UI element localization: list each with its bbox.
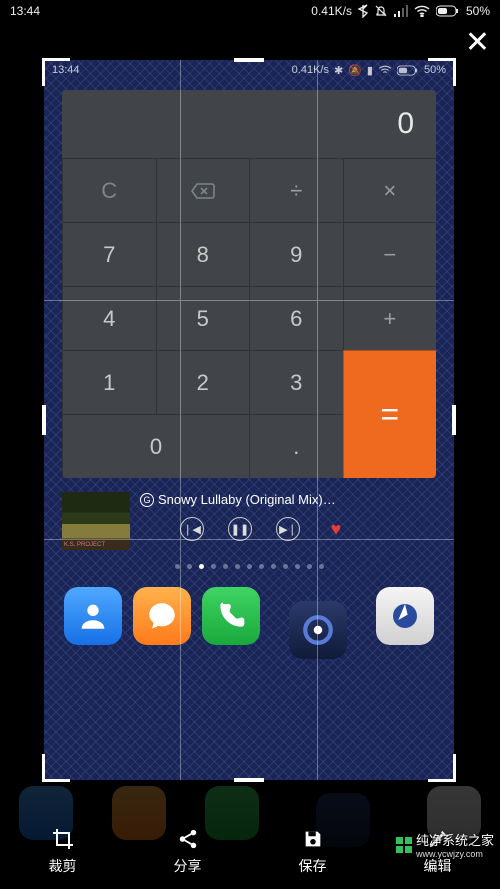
save-icon xyxy=(300,826,326,852)
calc-key-3[interactable]: 3 xyxy=(249,350,343,414)
playlist-icon[interactable] xyxy=(140,521,156,537)
watermark: 纯净系统之家 www.ycwjzy.com xyxy=(396,830,494,859)
page-indicator xyxy=(44,564,454,569)
crop-handle-bl[interactable] xyxy=(42,754,70,782)
dock-app-messages[interactable] xyxy=(133,587,191,645)
page-dot[interactable] xyxy=(307,564,312,569)
dock-app-phone[interactable] xyxy=(202,587,260,645)
inner-netspeed: 0.41K/s xyxy=(292,64,329,76)
calc-key-backspace[interactable] xyxy=(156,158,250,222)
dnd-icon: 🔕 xyxy=(348,64,362,77)
watermark-line2: www.ycwjzy.com xyxy=(416,849,494,859)
page-dot[interactable] xyxy=(283,564,288,569)
calc-key-9[interactable]: 9 xyxy=(249,222,343,286)
wifi-icon xyxy=(378,65,392,75)
page-dot[interactable] xyxy=(199,564,204,569)
page-dot[interactable] xyxy=(211,564,216,569)
calc-key-1[interactable]: 1 xyxy=(62,350,156,414)
calc-key-6[interactable]: 6 xyxy=(249,286,343,350)
wifi-icon xyxy=(414,5,430,17)
calc-key-multiply[interactable]: × xyxy=(343,158,437,222)
album-caption: K.S. PROJECT xyxy=(64,542,105,548)
crop-handle-tr[interactable] xyxy=(428,58,456,86)
tool-crop[interactable]: 裁剪 xyxy=(49,826,77,876)
tool-edit-label: 编辑 xyxy=(424,856,452,876)
album-art[interactable]: K.S. PROJECT xyxy=(62,492,130,550)
outer-clock: 13:44 xyxy=(10,4,40,18)
close-button[interactable]: ✕ xyxy=(465,28,490,58)
dock-app-browser[interactable] xyxy=(376,587,434,645)
outer-netspeed: 0.41K/s xyxy=(311,4,352,18)
dock-app-contacts[interactable] xyxy=(64,587,122,645)
calc-key-minus[interactable]: − xyxy=(343,222,437,286)
calc-key-divide[interactable]: ÷ xyxy=(249,158,343,222)
next-button[interactable]: ▶❘ xyxy=(276,517,300,541)
calc-key-dot[interactable]: . xyxy=(249,414,343,478)
page-dot[interactable] xyxy=(259,564,264,569)
dnd-icon xyxy=(374,4,388,18)
track-row[interactable]: G Snowy Lullaby (Original Mix)… xyxy=(140,492,436,507)
watermark-line1: 纯净系统之家 xyxy=(416,830,494,849)
outer-battery-pct: 50% xyxy=(466,4,490,18)
watermark-logo-icon xyxy=(396,837,412,853)
favorite-button[interactable]: ♥ xyxy=(324,517,348,541)
calculator-display: 0 xyxy=(62,90,436,158)
crop-handle-br[interactable] xyxy=(428,754,456,782)
battery-icon xyxy=(397,65,419,76)
signal-icon: ▮ xyxy=(367,64,373,77)
page-dot[interactable] xyxy=(271,564,276,569)
share-icon xyxy=(175,826,201,852)
dock xyxy=(58,587,440,659)
calc-key-7[interactable]: 7 xyxy=(62,222,156,286)
track-title: Snowy Lullaby (Original Mix)… xyxy=(158,492,336,507)
page-dot[interactable] xyxy=(247,564,252,569)
battery-icon xyxy=(436,5,460,17)
crop-canvas[interactable]: 13:44 0.41K/s ✱ 🔕 ▮ 50% 0 C ÷ × 7 8 xyxy=(44,60,454,780)
tool-save[interactable]: 保存 xyxy=(299,826,327,876)
outer-status-bar: 13:44 0.41K/s 50% xyxy=(0,0,500,22)
inner-status-bar: 13:44 0.41K/s ✱ 🔕 ▮ 50% xyxy=(44,60,454,80)
page-dot[interactable] xyxy=(187,564,192,569)
calc-key-clear[interactable]: C xyxy=(62,158,156,222)
calc-key-5[interactable]: 5 xyxy=(156,286,250,350)
signal-icon xyxy=(394,5,408,17)
crop-handle-tl[interactable] xyxy=(42,58,70,86)
calc-key-4[interactable]: 4 xyxy=(62,286,156,350)
tool-share-label: 分享 xyxy=(174,856,202,876)
calc-key-plus[interactable]: + xyxy=(343,286,437,350)
page-dot[interactable] xyxy=(295,564,300,569)
calc-key-8[interactable]: 8 xyxy=(156,222,250,286)
pause-button[interactable]: ❚❚ xyxy=(228,517,252,541)
calculator-widget: 0 C ÷ × 7 8 9 − 4 5 6 + 1 2 3 = 0 . xyxy=(62,90,436,478)
crop-icon xyxy=(50,826,76,852)
prev-button[interactable]: ❘◀ xyxy=(180,517,204,541)
netease-icon: G xyxy=(140,493,154,507)
crop-handle-right[interactable] xyxy=(452,405,456,435)
calc-key-0[interactable]: 0 xyxy=(62,414,249,478)
crop-handle-left[interactable] xyxy=(42,405,46,435)
calc-key-2[interactable]: 2 xyxy=(156,350,250,414)
crop-handle-top[interactable] xyxy=(234,58,264,62)
page-dot[interactable] xyxy=(319,564,324,569)
tool-crop-label: 裁剪 xyxy=(49,856,77,876)
dock-app-music[interactable] xyxy=(289,601,347,659)
bluetooth-icon xyxy=(358,4,368,18)
crop-handle-bottom[interactable] xyxy=(234,778,264,782)
page-dot[interactable] xyxy=(223,564,228,569)
page-dot[interactable] xyxy=(235,564,240,569)
music-widget: K.S. PROJECT G Snowy Lullaby (Original M… xyxy=(62,492,436,550)
calc-key-equals[interactable]: = xyxy=(343,350,437,478)
tool-save-label: 保存 xyxy=(299,856,327,876)
tool-share[interactable]: 分享 xyxy=(174,826,202,876)
page-dot[interactable] xyxy=(175,564,180,569)
bluetooth-icon: ✱ xyxy=(334,64,343,77)
